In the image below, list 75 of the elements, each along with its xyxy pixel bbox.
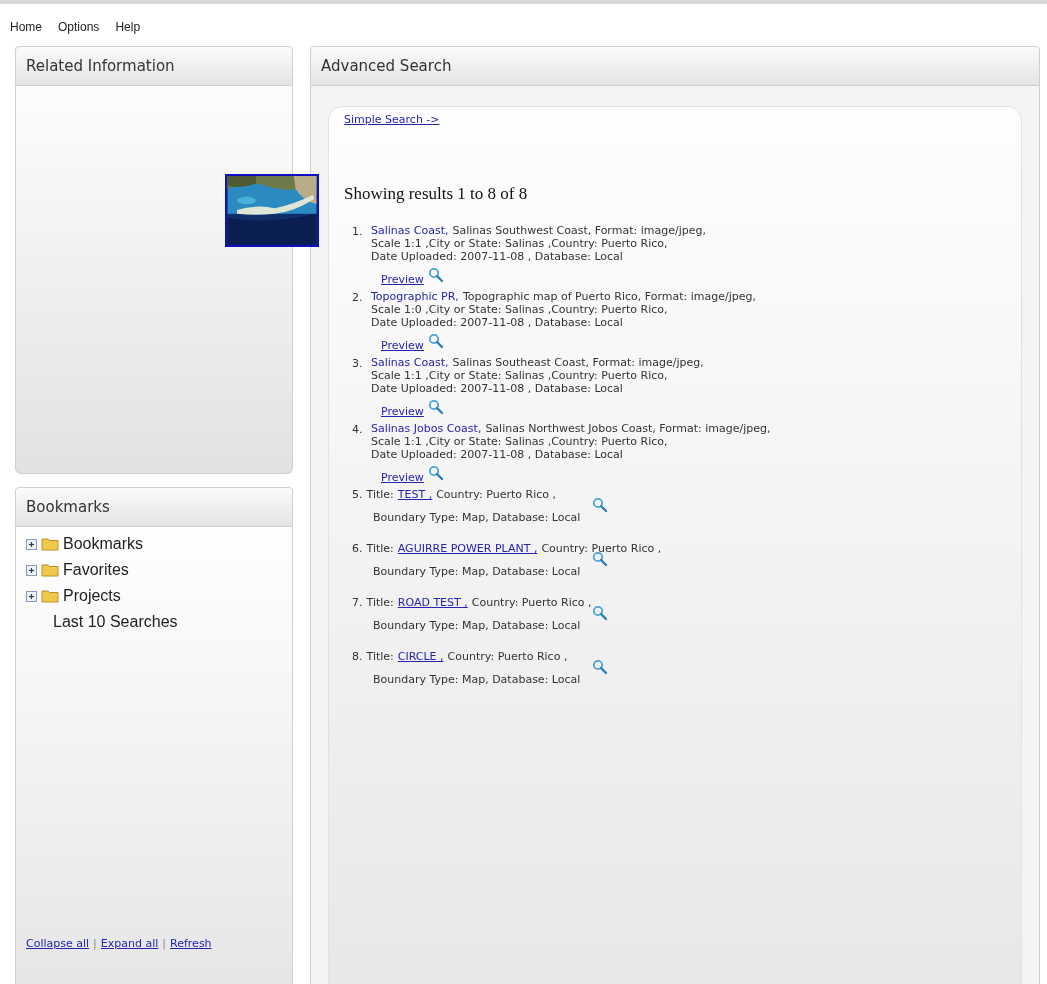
search-icon[interactable] bbox=[427, 267, 444, 283]
menu-item[interactable]: Help bbox=[115, 18, 141, 46]
result-text: Boundary Type: Map, Database: Local bbox=[373, 565, 581, 578]
tree-item[interactable]: Last 10 Searches bbox=[26, 610, 178, 634]
result-text: Scale 1:1 ,City or State: Salinas ,Country: Puerto Rico, bbox=[371, 435, 669, 448]
result-title-link[interactable]: Topographic PR, bbox=[371, 290, 459, 303]
result-label: Title: bbox=[366, 542, 394, 555]
result-title-link[interactable]: Salinas Coast, bbox=[371, 356, 449, 369]
preview-link[interactable]: Preview bbox=[381, 339, 424, 352]
folder-icon bbox=[41, 537, 59, 551]
search-icon[interactable] bbox=[427, 465, 444, 481]
result-text: Salinas Northwest Jobos Coast, Format: image/jpeg, bbox=[485, 422, 771, 435]
result-text: Salinas Southwest Coast, Format: image/jpeg, bbox=[452, 224, 706, 237]
panel-header: Advanced Search bbox=[310, 46, 1040, 86]
result-title-link[interactable]: AGUIRRE POWER PLANT , bbox=[397, 542, 538, 555]
result-text: Topographic map of Puerto Rico, Format: image/jpeg, bbox=[462, 290, 756, 303]
result-text: Date Uploaded: 2007-11-08 , Database: Local bbox=[371, 316, 624, 329]
result-number: 7. bbox=[352, 596, 363, 609]
result-text: Salinas Southeast Coast, Format: image/jpeg, bbox=[452, 356, 704, 369]
preview-link[interactable]: Preview bbox=[381, 405, 424, 418]
result-number: 2. bbox=[352, 290, 364, 306]
search-icon[interactable] bbox=[592, 551, 609, 567]
simple-search-link[interactable]: Simple Search -> bbox=[344, 113, 440, 126]
result-title-link[interactable]: Salinas Jobos Coast, bbox=[371, 422, 482, 435]
result-label: Title: bbox=[366, 596, 394, 609]
footer-link[interactable]: Collapse all bbox=[26, 935, 90, 952]
footer-link[interactable]: Refresh bbox=[170, 935, 212, 952]
result-number: 5. bbox=[352, 488, 363, 501]
result-text: Country: Puerto Rico , bbox=[471, 596, 592, 609]
menu-item[interactable]: Options bbox=[58, 18, 100, 46]
result-text: Scale 1:0 ,City or State: Salinas ,Country: Puerto Rico, bbox=[371, 303, 669, 316]
menu-item[interactable]: Home bbox=[10, 18, 42, 46]
result-number: 6. bbox=[352, 542, 363, 555]
search-icon[interactable] bbox=[592, 605, 609, 621]
result-title-link[interactable]: CIRCLE , bbox=[397, 650, 444, 663]
expand-icon[interactable] bbox=[26, 564, 37, 576]
preview-link[interactable]: Preview bbox=[381, 471, 424, 484]
expand-icon[interactable] bbox=[26, 590, 37, 602]
result-title-link[interactable]: ROAD TEST , bbox=[397, 596, 468, 609]
tree-item[interactable]: Bookmarks bbox=[63, 532, 144, 556]
separator: | bbox=[93, 935, 97, 952]
result-title-link[interactable]: TEST , bbox=[397, 488, 433, 501]
result-number: 4. bbox=[352, 422, 364, 438]
result-label: Title: bbox=[366, 650, 394, 663]
tree-item[interactable]: Projects bbox=[63, 584, 121, 608]
result-text: Boundary Type: Map, Database: Local bbox=[373, 673, 581, 686]
result-text: Date Uploaded: 2007-11-08 , Database: Local bbox=[371, 382, 624, 395]
preview-link[interactable]: Preview bbox=[381, 273, 424, 286]
folder-icon bbox=[41, 589, 59, 603]
search-icon[interactable] bbox=[427, 333, 444, 349]
result-text: Date Uploaded: 2007-11-08 , Database: Local bbox=[371, 250, 624, 263]
tree-item[interactable]: Favorites bbox=[63, 558, 129, 582]
results-summary: Showing results 1 to 8 of 8 bbox=[344, 182, 529, 205]
result-text: Boundary Type: Map, Database: Local bbox=[373, 619, 581, 632]
result-text: Date Uploaded: 2007-11-08 , Database: Local bbox=[371, 448, 624, 461]
panel-header: Related Information bbox=[15, 46, 293, 86]
result-title-link[interactable]: Salinas Coast, bbox=[371, 224, 449, 237]
result-text: Country: Puerto Rico , bbox=[436, 488, 556, 501]
result-text: Boundary Type: Map, Database: Local bbox=[373, 511, 581, 524]
result-text: Scale 1:1 ,City or State: Salinas ,Country: Puerto Rico, bbox=[371, 237, 669, 250]
folder-icon bbox=[41, 563, 59, 577]
result-number: 3. bbox=[352, 356, 364, 372]
panel-header: Bookmarks bbox=[15, 487, 293, 527]
separator: | bbox=[162, 935, 167, 952]
result-text: Country: Puerto Rico , bbox=[447, 650, 568, 663]
search-icon[interactable] bbox=[592, 659, 609, 675]
footer-link[interactable]: Expand all bbox=[100, 935, 159, 952]
expand-icon[interactable] bbox=[26, 538, 37, 550]
result-number: 8. bbox=[352, 650, 363, 663]
result-label: Title: bbox=[366, 488, 394, 501]
search-icon[interactable] bbox=[427, 399, 444, 415]
result-number: 1. bbox=[352, 224, 364, 240]
result-text: Country: Puerto Rico , bbox=[541, 542, 662, 555]
result-text: Scale 1:1 ,City or State: Salinas ,Country: Puerto Rico, bbox=[371, 369, 669, 382]
search-icon[interactable] bbox=[592, 497, 609, 513]
